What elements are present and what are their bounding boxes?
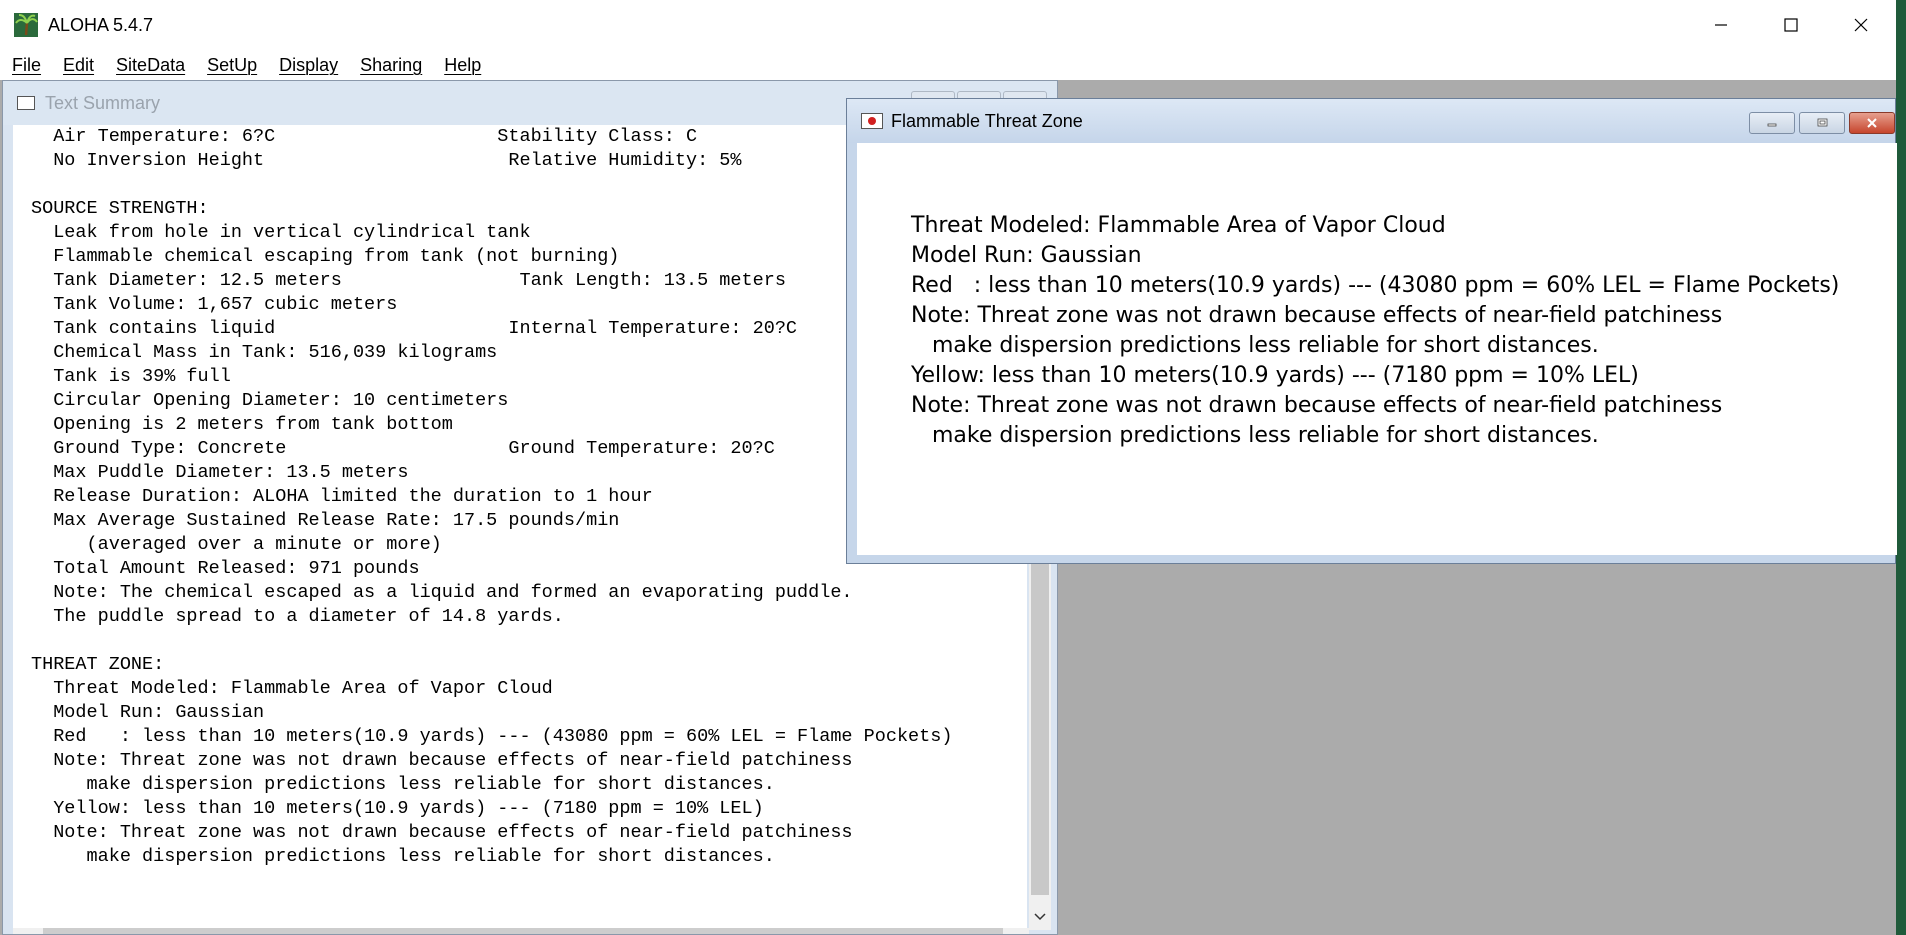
aloha-app-window: ALOHA 5.4.7 File Edit SiteData SetUp Dis… <box>0 0 1906 935</box>
summary-text-line: Note: Threat zone was not drawn because … <box>31 822 853 843</box>
summary-text-line: Red : less than 10 meters(10.9 yards) --… <box>31 726 953 747</box>
summary-text-line: Total Amount Released: 971 pounds <box>31 558 420 579</box>
summary-text-line: Note: The chemical escaped as a liquid a… <box>31 582 853 603</box>
palm-tree-icon <box>14 13 38 37</box>
summary-text-line: THREAT ZONE: <box>31 654 165 675</box>
threat-zone-title-bar[interactable]: Flammable Threat Zone <box>847 99 1895 143</box>
summary-text-line: Yellow: less than 10 meters(10.9 yards) … <box>31 798 764 819</box>
menu-setup[interactable]: SetUp <box>195 55 267 76</box>
close-icon[interactable] <box>1826 0 1896 50</box>
text-summary-title: Text Summary <box>45 92 161 113</box>
summary-text-block: Air Temperature: 6?C Stability Class: C … <box>13 125 952 869</box>
threat-text-line: Note: Threat zone was not drawn because … <box>911 393 1723 418</box>
menu-display[interactable]: Display <box>267 55 348 76</box>
summary-text-line: Max Puddle Diameter: 13.5 meters <box>31 462 409 483</box>
threat-text-line: Red : less than 10 meters(10.9 yards) --… <box>911 273 1840 298</box>
summary-text-line: No Inversion Height Relative Humidity: 5… <box>31 150 742 171</box>
minimize-icon[interactable] <box>1686 0 1756 50</box>
summary-text-line: SOURCE STRENGTH: <box>31 198 209 219</box>
summary-text-line: Opening is 2 meters from tank bottom <box>31 414 453 435</box>
summary-text-line: Circular Opening Diameter: 10 centimeter… <box>31 390 509 411</box>
summary-text-line: make dispersion predictions less reliabl… <box>31 846 775 867</box>
summary-text-line: Flammable chemical escaping from tank (n… <box>31 246 620 267</box>
threat-text-line: make dispersion predictions less reliabl… <box>911 423 1599 448</box>
menu-bar: File Edit SiteData SetUp Display Sharing… <box>0 50 1896 80</box>
threat-text-line: Note: Threat zone was not drawn because … <box>911 303 1723 328</box>
summary-text-line <box>31 173 952 197</box>
menu-sharing[interactable]: Sharing <box>348 55 432 76</box>
summary-text-line: Air Temperature: 6?C Stability Class: C <box>31 126 698 147</box>
threat-text-line: Model Run: Gaussian <box>911 243 1142 268</box>
threat-zone-title: Flammable Threat Zone <box>891 110 1083 131</box>
threat-zone-content: Threat Modeled: Flammable Area of Vapor … <box>857 143 1897 555</box>
title-bar: ALOHA 5.4.7 <box>0 0 1896 50</box>
summary-text-line: Tank contains liquid Internal Temperatur… <box>31 318 798 339</box>
summary-text-line: Tank is 39% full <box>31 366 231 387</box>
summary-text-line: Leak from hole in vertical cylindrical t… <box>31 222 531 243</box>
window-controls <box>1686 0 1896 50</box>
summary-text-line <box>31 629 952 653</box>
menu-help[interactable]: Help <box>432 55 491 76</box>
threat-zone-icon <box>861 113 883 129</box>
summary-text-line: Model Run: Gaussian <box>31 702 265 723</box>
threat-text-line: make dispersion predictions less reliabl… <box>911 333 1599 358</box>
summary-text-line: Tank Diameter: 12.5 meters Tank Length: … <box>31 270 786 291</box>
scroll-down-icon[interactable] <box>1029 906 1051 928</box>
summary-text-line: Release Duration: ALOHA limited the dura… <box>31 486 653 507</box>
summary-text-line: (averaged over a minute or more) <box>31 534 442 555</box>
summary-text-line: Ground Type: Concrete Ground Temperature… <box>31 438 775 459</box>
minimize-icon[interactable] <box>1749 112 1795 134</box>
summary-text-line: Chemical Mass in Tank: 516,039 kilograms <box>31 342 498 363</box>
horizontal-scrollbar-thumb[interactable] <box>43 928 1003 934</box>
summary-text-line: make dispersion predictions less reliabl… <box>31 774 775 795</box>
threat-zone-window-buttons <box>1749 112 1895 134</box>
summary-text-line: The puddle spread to a diameter of 14.8 … <box>31 606 564 627</box>
summary-text-line: Max Average Sustained Release Rate: 17.5… <box>31 510 620 531</box>
flammable-threat-zone-window: Flammable Threat Zone Threat Modeled: Fl… <box>846 98 1897 564</box>
close-icon[interactable] <box>1849 112 1895 134</box>
menu-sitedata[interactable]: SiteData <box>104 55 195 76</box>
threat-zone-text-block: Threat Modeled: Flammable Area of Vapor … <box>911 211 1839 451</box>
menu-edit[interactable]: Edit <box>51 55 104 76</box>
summary-text-line: Threat Modeled: Flammable Area of Vapor … <box>31 678 553 699</box>
restore-icon[interactable] <box>1799 112 1845 134</box>
maximize-icon[interactable] <box>1756 0 1826 50</box>
summary-text-line: Note: Threat zone was not drawn because … <box>31 750 853 771</box>
app-title: ALOHA 5.4.7 <box>48 14 154 35</box>
horizontal-scrollbar[interactable] <box>13 928 1029 934</box>
threat-text-line: Yellow: less than 10 meters(10.9 yards) … <box>911 363 1639 388</box>
document-icon <box>17 96 35 110</box>
summary-text-line: Tank Volume: 1,657 cubic meters <box>31 294 398 315</box>
threat-text-line: Threat Modeled: Flammable Area of Vapor … <box>911 213 1446 238</box>
menu-file[interactable]: File <box>0 55 51 76</box>
